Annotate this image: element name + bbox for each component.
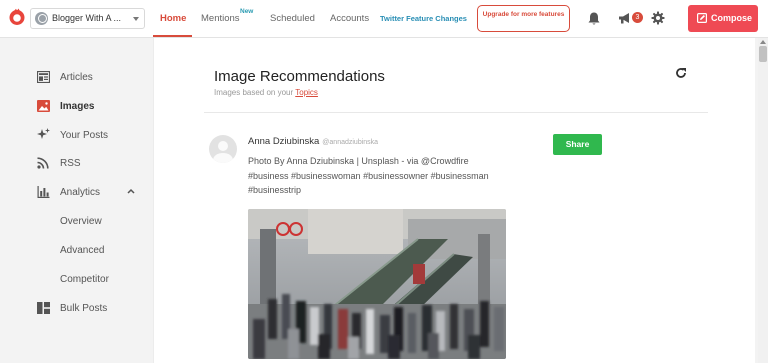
sidebar-item-articles[interactable]: Articles: [60, 72, 93, 83]
page-title: Image Recommendations: [214, 68, 385, 85]
post-author-name[interactable]: Anna Dziubinska: [248, 136, 319, 147]
post-author: Anna Dziubinska @annadziubinska: [248, 136, 378, 147]
nav-active-indicator: [153, 35, 192, 37]
twitter-feature-changes-link[interactable]: Twitter Feature Changes: [380, 14, 467, 23]
crowdfire-logo-icon[interactable]: [8, 8, 26, 26]
nav-mentions[interactable]: Mentions: [201, 13, 240, 24]
sidebar-subitem-competitor[interactable]: Competitor: [60, 274, 109, 285]
share-button[interactable]: Share: [553, 134, 602, 155]
notification-count-badge: 3: [632, 12, 643, 23]
megaphone-icon[interactable]: [618, 12, 632, 25]
articles-icon: [37, 71, 50, 83]
refresh-icon[interactable]: [675, 67, 687, 79]
edit-icon: [697, 13, 707, 23]
sidebar-item-images[interactable]: Images: [60, 101, 94, 112]
sidebar-item-bulk-posts[interactable]: Bulk Posts: [60, 303, 107, 314]
compose-label: Compose: [711, 13, 753, 23]
compose-button[interactable]: Compose: [688, 5, 758, 32]
sidebar-subitem-advanced[interactable]: Advanced: [60, 245, 104, 256]
nav-home[interactable]: Home: [160, 13, 186, 24]
subtitle-text: Images based on your: [214, 88, 294, 97]
sidebar-item-analytics[interactable]: Analytics: [60, 187, 100, 198]
scroll-thumb[interactable]: [759, 46, 767, 62]
sidebar-item-your-posts[interactable]: Your Posts: [60, 130, 108, 141]
bar-chart-icon: [37, 186, 50, 198]
upgrade-button[interactable]: Upgrade for more features: [477, 5, 570, 32]
account-name: Blogger With A ...: [52, 13, 122, 23]
scroll-up-arrow-icon[interactable]: [760, 40, 766, 44]
rss-icon: [37, 157, 49, 169]
top-bar: Blogger With A ... Home Mentions New Sch…: [0, 0, 768, 38]
page-subtitle: Images based on your Topics: [214, 88, 318, 97]
post-caption: Photo By Anna Dziubinska | Unsplash - vi…: [248, 156, 489, 195]
upgrade-label: Upgrade for more features: [482, 11, 565, 18]
nav-scheduled[interactable]: Scheduled: [270, 13, 315, 24]
gear-icon[interactable]: [651, 11, 665, 25]
sidebar-subitem-overview[interactable]: Overview: [60, 216, 102, 227]
post-author-handle: @annadziubinska: [322, 139, 379, 146]
topics-link[interactable]: Topics: [295, 88, 318, 97]
account-switcher[interactable]: Blogger With A ...: [30, 8, 145, 29]
chevron-down-icon: [133, 17, 139, 21]
new-badge: New: [240, 8, 254, 15]
image-icon: [37, 100, 50, 112]
bell-icon[interactable]: [587, 11, 601, 26]
sparkle-icon: [37, 128, 50, 139]
nav-accounts[interactable]: Accounts: [330, 13, 369, 24]
account-avatar: [35, 12, 48, 25]
post-author-avatar[interactable]: [209, 135, 237, 163]
divider: [204, 112, 708, 113]
layout-icon: [37, 302, 50, 314]
post-image[interactable]: [248, 209, 506, 359]
scrollbar[interactable]: [758, 38, 768, 363]
chevron-up-icon[interactable]: [127, 188, 135, 194]
sidebar-item-rss[interactable]: RSS: [60, 158, 81, 169]
